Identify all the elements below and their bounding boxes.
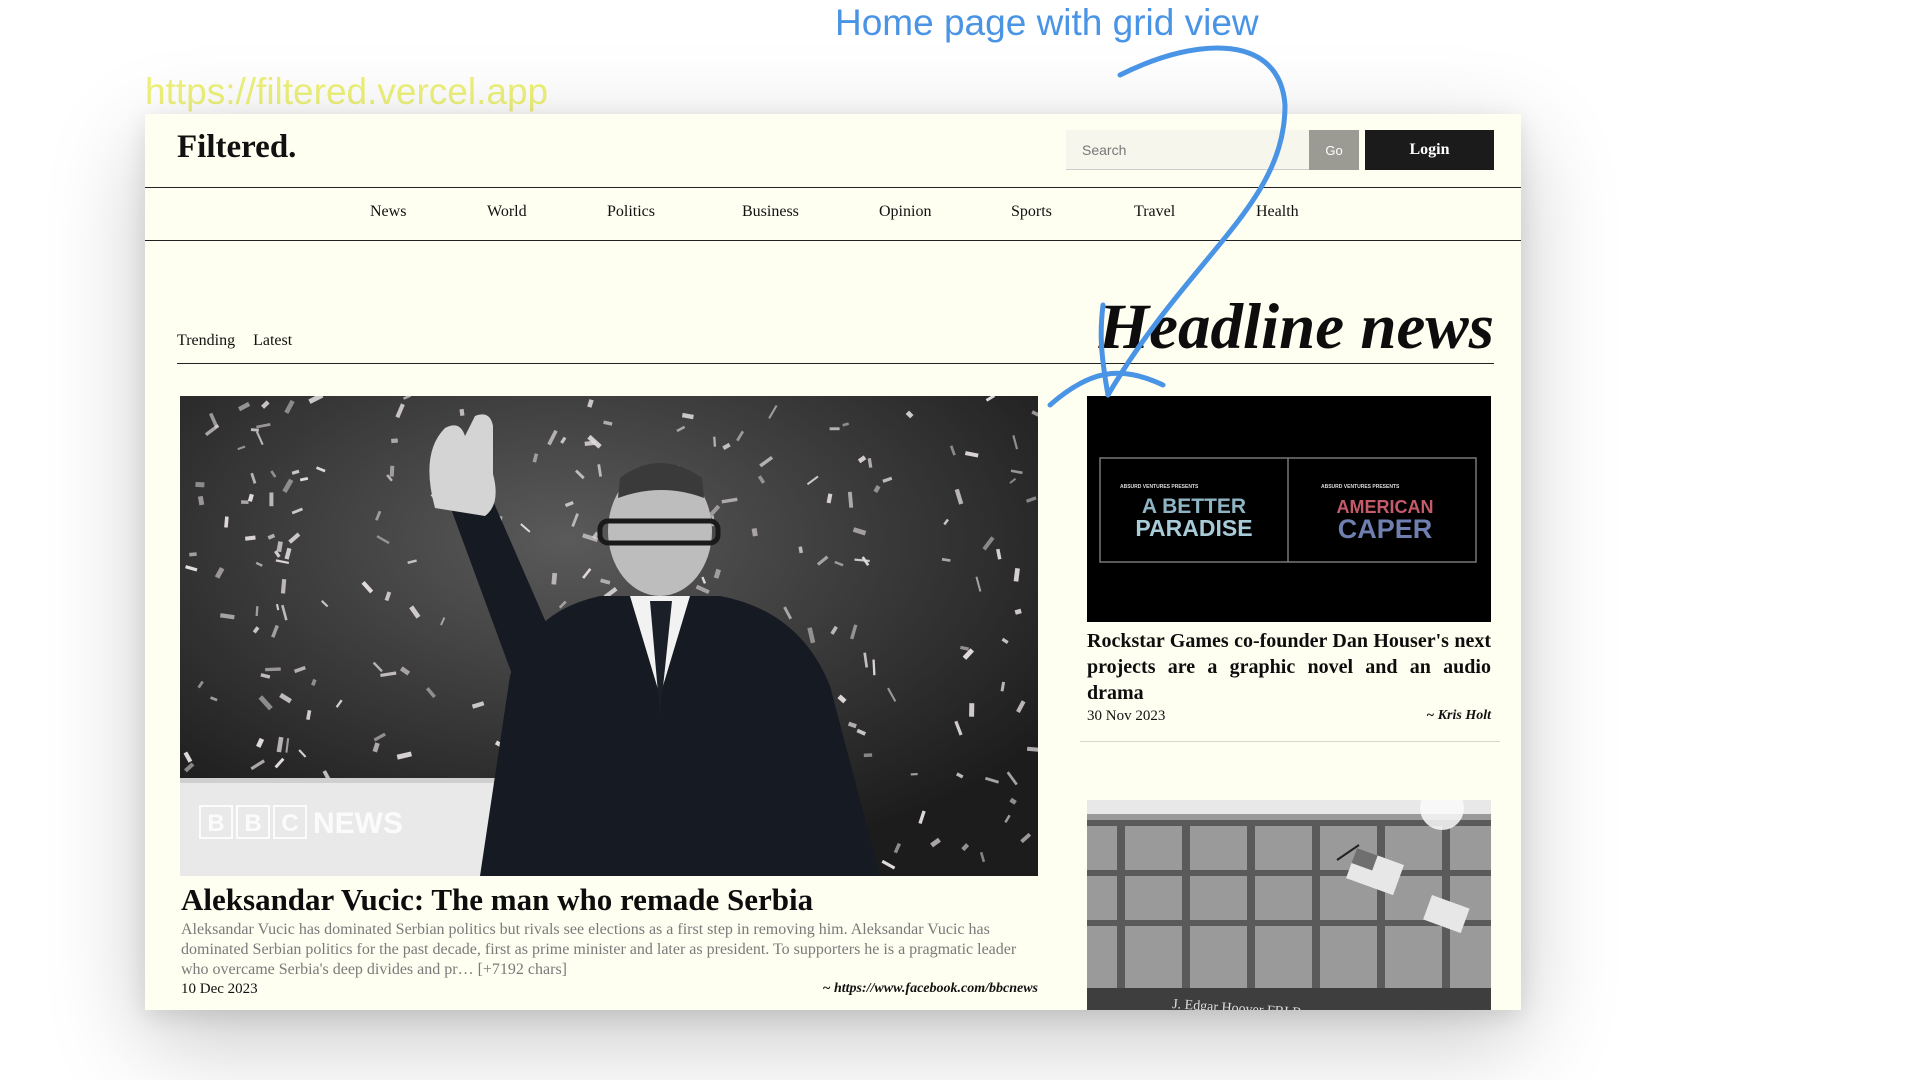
section-divider bbox=[177, 363, 1494, 364]
svg-text:PARADISE: PARADISE bbox=[1135, 515, 1252, 541]
main-story-description: Aleksandar Vucic has dominated Serbian p… bbox=[181, 921, 1017, 978]
svg-text:C: C bbox=[281, 810, 298, 837]
side-story-1-author[interactable]: ~ Kris Holt bbox=[1426, 708, 1491, 724]
svg-text:CAPER: CAPER bbox=[1338, 514, 1433, 544]
svg-text:B: B bbox=[244, 810, 261, 837]
side-story-1-image[interactable]: ABSURD VENTURES PRESENTS A BETTER PARADI… bbox=[1087, 396, 1491, 622]
feed-tabs: Trending Latest bbox=[177, 332, 306, 350]
side-story-1-date: 30 Nov 2023 bbox=[1087, 708, 1166, 724]
svg-text:ABSURD VENTURES PRESENTS: ABSURD VENTURES PRESENTS bbox=[1321, 484, 1400, 490]
nav-item-health[interactable]: Health bbox=[1256, 203, 1299, 221]
category-nav: News World Politics Business Opinion Spo… bbox=[145, 188, 1521, 241]
nav-item-sports[interactable]: Sports bbox=[1011, 203, 1052, 221]
login-button[interactable]: Login bbox=[1365, 130, 1494, 170]
search-input[interactable] bbox=[1066, 130, 1309, 170]
side-story-1-title[interactable]: Rockstar Games co-founder Dan Houser's n… bbox=[1087, 628, 1491, 706]
nav-item-news[interactable]: News bbox=[370, 203, 406, 221]
main-story-title[interactable]: Aleksandar Vucic: The man who remade Ser… bbox=[181, 882, 813, 918]
nav-item-world[interactable]: World bbox=[487, 203, 527, 221]
card-divider bbox=[1080, 741, 1500, 742]
side-story-2-image[interactable]: J. Edgar Hoover FBI B... bbox=[1087, 800, 1491, 1010]
annotation-url: https://filtered.vercel.app bbox=[145, 71, 549, 112]
tab-latest[interactable]: Latest bbox=[253, 332, 292, 349]
annotation-title: Home page with grid view bbox=[835, 2, 1259, 43]
tab-trending[interactable]: Trending bbox=[177, 332, 235, 349]
main-story-source[interactable]: ~ https://www.facebook.com/bbcnews bbox=[822, 981, 1038, 997]
svg-text:ABSURD VENTURES PRESENTS: ABSURD VENTURES PRESENTS bbox=[1120, 484, 1199, 490]
nav-item-travel[interactable]: Travel bbox=[1134, 203, 1175, 221]
svg-text:B: B bbox=[207, 810, 224, 837]
go-button[interactable]: Go bbox=[1309, 130, 1359, 170]
site-logo[interactable]: Filtered. bbox=[177, 129, 296, 166]
main-story-date: 10 Dec 2023 bbox=[181, 981, 258, 997]
nav-item-opinion[interactable]: Opinion bbox=[879, 203, 931, 221]
nav-item-politics[interactable]: Politics bbox=[607, 203, 655, 221]
main-story-image[interactable]: B B C NEWS bbox=[180, 396, 1038, 876]
nav-item-business[interactable]: Business bbox=[742, 203, 799, 221]
site-header: Filtered. Go Login bbox=[145, 114, 1521, 188]
section-title: Headline news bbox=[1098, 291, 1494, 363]
svg-text:NEWS: NEWS bbox=[313, 807, 403, 840]
browser-window: Filtered. Go Login News World Politics B… bbox=[145, 114, 1521, 1010]
